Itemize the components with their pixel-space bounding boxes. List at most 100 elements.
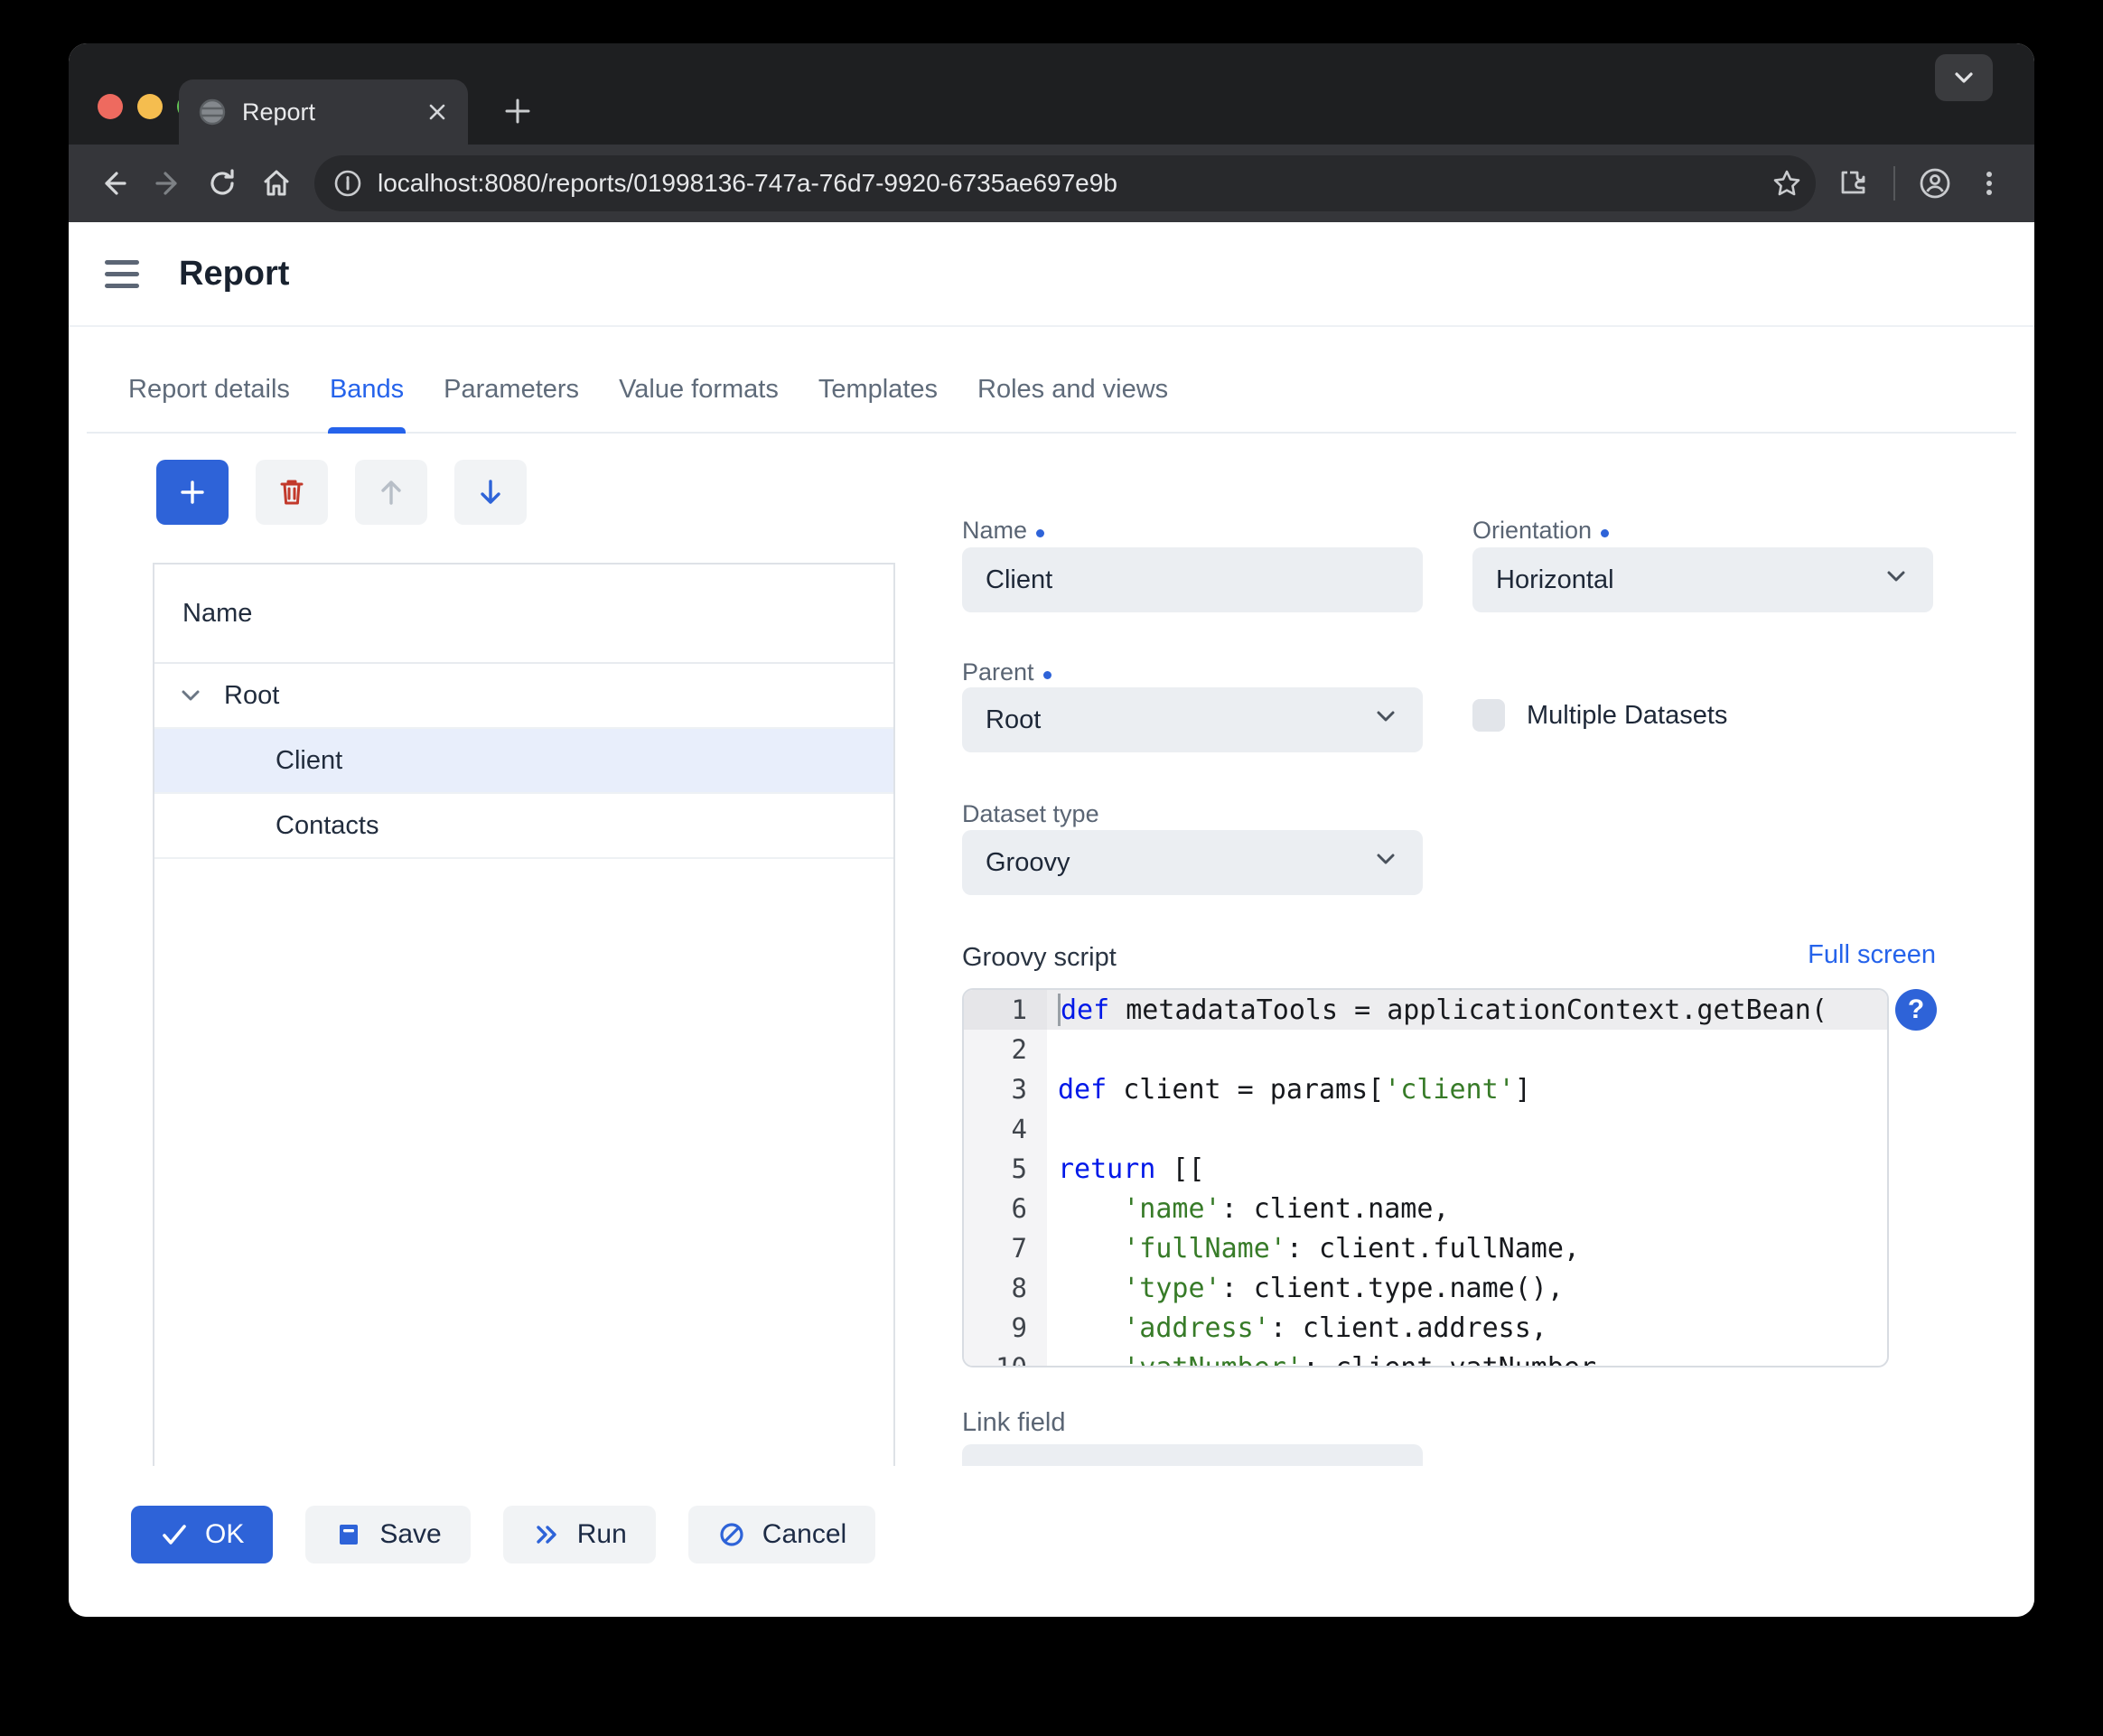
code-line-10[interactable]: 10 'vatNumber': client.vatNumber, [964, 1348, 1887, 1367]
band-tree-table: Name Root Client Contacts [153, 563, 895, 1466]
add-band-button[interactable] [156, 460, 229, 525]
orientation-select[interactable]: Horizontal [1472, 547, 1933, 612]
line-number: 9 [964, 1308, 1047, 1348]
profile-avatar-icon[interactable] [1911, 160, 1958, 207]
multiple-datasets-checkbox-row: Multiple Datasets [1472, 699, 1727, 732]
groovy-script-editor[interactable]: 1def metadataTools = applicationContext.… [962, 988, 1889, 1367]
menu-hamburger-icon[interactable] [105, 260, 139, 288]
parent-select[interactable]: Root [962, 687, 1423, 752]
code-line-content [1047, 1030, 1887, 1069]
home-icon[interactable] [253, 160, 300, 207]
required-indicator [1036, 529, 1044, 537]
toolbar-divider [1893, 166, 1895, 201]
multiple-datasets-checkbox[interactable] [1472, 699, 1505, 732]
help-icon[interactable]: ? [1895, 989, 1937, 1031]
close-window-button[interactable] [98, 94, 123, 119]
link-field-label: Link field [962, 1408, 1065, 1438]
code-line-1[interactable]: 1def metadataTools = applicationContext.… [964, 990, 1887, 1030]
name-input[interactable]: Client [962, 547, 1423, 612]
code-line-3[interactable]: 3def client = params['client'] [964, 1069, 1887, 1109]
action-bar: OK Save Run Cancel [131, 1506, 875, 1563]
chevron-down-icon [1372, 845, 1399, 880]
line-number: 1 [964, 990, 1047, 1030]
code-line-content: 'name': client.name, [1047, 1189, 1887, 1228]
required-indicator [1043, 671, 1052, 679]
band-row-root[interactable]: Root [154, 664, 893, 729]
tab-bands[interactable]: Bands [315, 375, 418, 432]
ok-button[interactable]: OK [131, 1506, 273, 1563]
line-number: 8 [964, 1268, 1047, 1308]
band-row-contacts[interactable]: Contacts [154, 794, 893, 859]
code-line-content: 'type': client.type.name(), [1047, 1268, 1887, 1308]
move-band-up-button[interactable] [355, 460, 427, 525]
browser-toolbar: localhost:8080/reports/01998136-747a-76d… [69, 145, 2034, 222]
code-line-content: 'vatNumber': client.vatNumber, [1047, 1348, 1887, 1367]
parent-field-label: Parent [962, 658, 1052, 686]
line-number: 4 [964, 1109, 1047, 1149]
delete-band-button[interactable] [256, 460, 328, 525]
code-line-4[interactable]: 4 [964, 1109, 1887, 1149]
code-line-content: 'address': client.address, [1047, 1308, 1887, 1348]
code-line-6[interactable]: 6 'name': client.name, [964, 1189, 1887, 1228]
fullscreen-link[interactable]: Full screen [962, 940, 1936, 970]
tab-report-details[interactable]: Report details [114, 375, 304, 432]
app-header: Report [69, 222, 2034, 327]
code-line-8[interactable]: 8 'type': client.type.name(), [964, 1268, 1887, 1308]
tab-parameters[interactable]: Parameters [429, 375, 594, 432]
name-field-label: Name [962, 517, 1044, 545]
close-tab-icon[interactable] [426, 101, 448, 123]
code-line-7[interactable]: 7 'fullName': client.fullName, [964, 1228, 1887, 1268]
tab-templates[interactable]: Templates [804, 375, 952, 432]
browser-tab-title: Report [242, 98, 410, 126]
expand-chevron-icon[interactable] [178, 683, 203, 708]
check-icon [160, 1520, 189, 1549]
code-line-2[interactable]: 2 [964, 1030, 1887, 1069]
browser-menu-icon[interactable] [1966, 160, 2013, 207]
code-line-content: 'fullName': client.fullName, [1047, 1228, 1887, 1268]
code-line-9[interactable]: 9 'address': client.address, [964, 1308, 1887, 1348]
tab-value-formats[interactable]: Value formats [604, 375, 793, 432]
new-tab-button[interactable] [500, 94, 535, 128]
multiple-datasets-label: Multiple Datasets [1527, 701, 1727, 731]
orientation-field-label: Orientation [1472, 517, 1609, 545]
extensions-icon[interactable] [1830, 160, 1877, 207]
url-text[interactable]: localhost:8080/reports/01998136-747a-76d… [378, 169, 1756, 198]
report-tabs: Report detailsBandsParametersValue forma… [87, 329, 2016, 434]
chevron-down-icon [1372, 703, 1399, 737]
double-chevron-right-icon [532, 1520, 561, 1549]
chevron-down-icon [1883, 563, 1910, 597]
site-info-icon[interactable] [332, 168, 363, 199]
tab-roles-and-views[interactable]: Roles and views [963, 375, 1182, 432]
dataset-type-select[interactable]: Groovy [962, 830, 1423, 895]
run-button[interactable]: Run [503, 1506, 656, 1563]
line-number: 10 [964, 1348, 1047, 1367]
line-number: 6 [964, 1189, 1047, 1228]
link-field-input[interactable] [962, 1444, 1423, 1466]
tab-search-chevron-button[interactable] [1935, 54, 1993, 101]
code-line-content: return [[ [1047, 1149, 1887, 1189]
dataset-type-field-label: Dataset type [962, 800, 1099, 828]
page-title: Report [179, 255, 289, 294]
bookmark-star-icon[interactable] [1771, 167, 1803, 200]
line-number: 5 [964, 1149, 1047, 1189]
band-row-client[interactable]: Client [154, 729, 893, 794]
band-row-label: Contacts [276, 811, 379, 841]
forward-icon[interactable] [145, 160, 192, 207]
desktop: { "browser": { "tab_title": "Report", "u… [0, 0, 2103, 1736]
browser-window: Report localhost:8080/repo [69, 43, 2034, 1617]
reload-icon[interactable] [199, 160, 246, 207]
code-line-5[interactable]: 5return [[ [964, 1149, 1887, 1189]
globe-favicon-icon [199, 98, 226, 126]
back-icon[interactable] [90, 160, 137, 207]
move-band-down-button[interactable] [454, 460, 527, 525]
save-button[interactable]: Save [305, 1506, 470, 1563]
url-bar[interactable]: localhost:8080/reports/01998136-747a-76d… [314, 155, 1816, 211]
band-tree-rows: Root Client Contacts [154, 664, 893, 859]
band-row-label: Client [276, 746, 342, 776]
browser-tab[interactable]: Report [179, 79, 468, 145]
code-line-content: def client = params['client'] [1047, 1069, 1887, 1109]
band-tree-column-header[interactable]: Name [154, 565, 893, 664]
cancel-button[interactable]: Cancel [688, 1506, 875, 1563]
minimize-window-button[interactable] [137, 94, 163, 119]
code-line-content: def metadataTools = applicationContext.g… [1047, 990, 1887, 1030]
